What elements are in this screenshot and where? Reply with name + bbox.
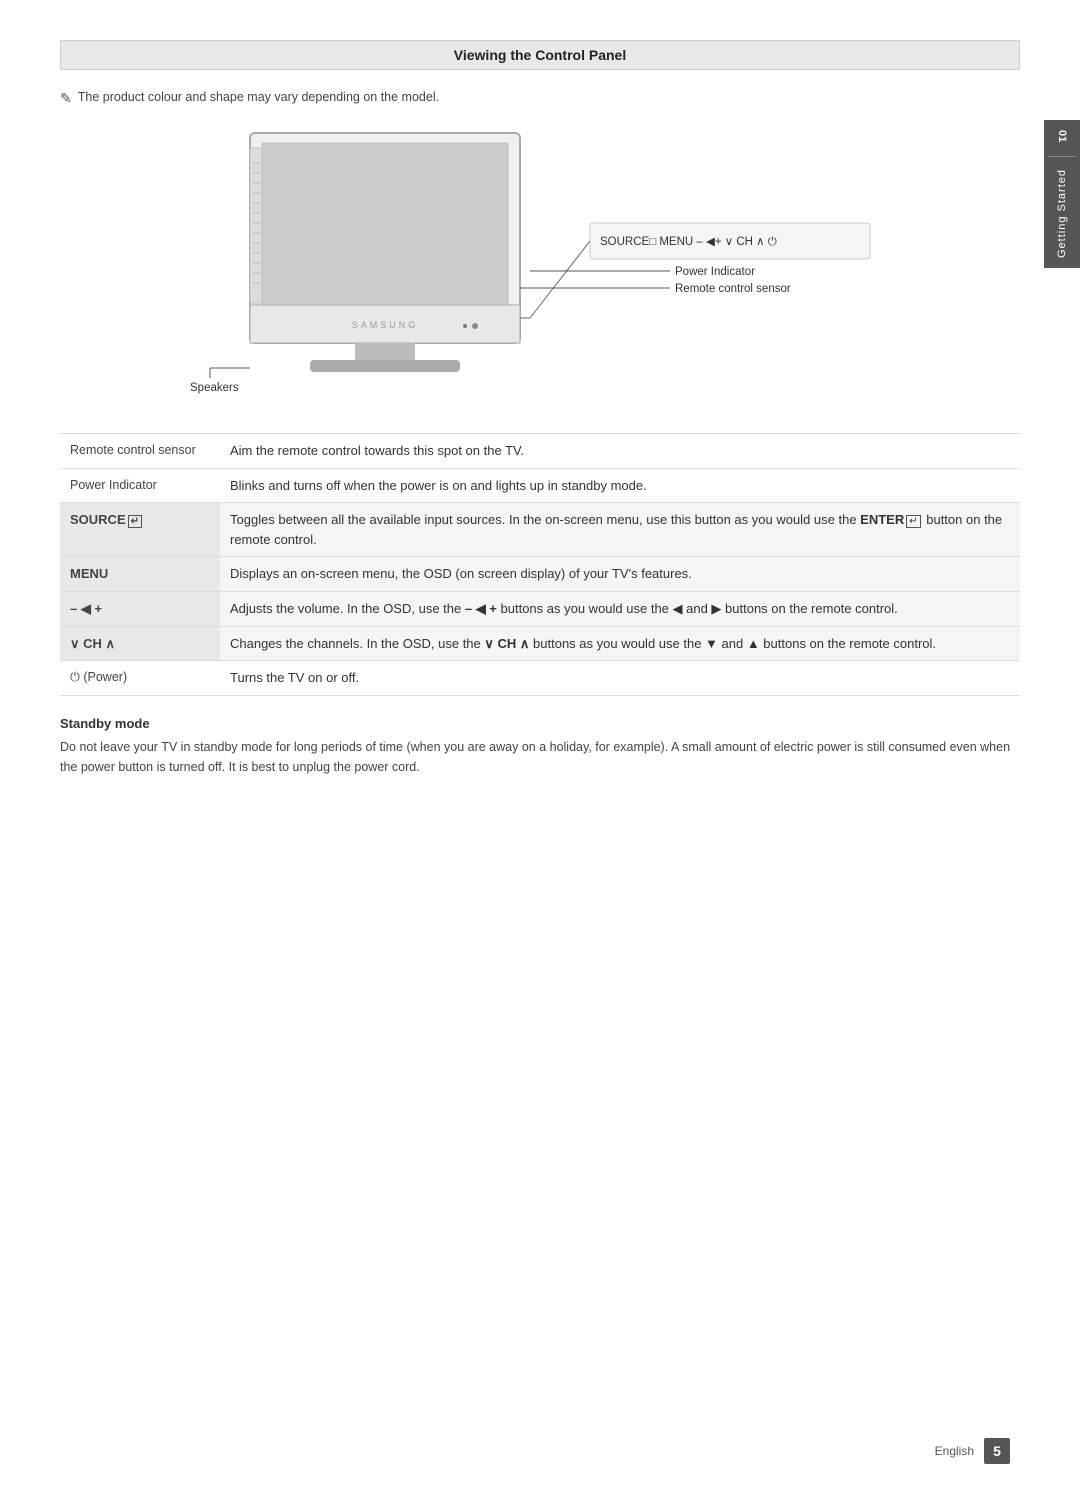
table-row-volume: – ◀ + Adjusts the volume. In the OSD, us… (60, 591, 1020, 626)
feature-label-power: ⏻ (Power) (60, 661, 220, 696)
source-enter-icon: ↵ (128, 515, 142, 528)
svg-text:Remote control sensor: Remote control sensor (675, 283, 791, 295)
svg-text:SOURCE□ MENU – ◀+ ∨ CH ∧ ⏻: SOURCE□ MENU – ◀+ ∨ CH ∧ ⏻ (600, 235, 778, 248)
table-row-power: ⏻ (Power) Turns the TV on or off. (60, 661, 1020, 696)
feature-desc: Blinks and turns off when the power is o… (220, 468, 1020, 503)
section-title: Viewing the Control Panel (60, 40, 1020, 70)
table-row-source: SOURCE↵ Toggles between all the availabl… (60, 503, 1020, 557)
feature-desc-power: Turns the TV on or off. (220, 661, 1020, 696)
chapter-title: Getting Started (1056, 169, 1068, 258)
feature-label-source: SOURCE↵ (60, 503, 220, 557)
feature-desc-volume: Adjusts the volume. In the OSD, use the … (220, 591, 1020, 626)
table-row-menu: MENU Displays an on-screen menu, the OSD… (60, 557, 1020, 592)
footer-lang: English (935, 1444, 974, 1458)
feature-label-channel: ∨ CH ∧ (60, 626, 220, 661)
feature-label: Remote control sensor (60, 434, 220, 469)
source-label: SOURCE (70, 512, 126, 527)
table-row-channel: ∨ CH ∧ Changes the channels. In the OSD,… (60, 626, 1020, 661)
tab-divider (1048, 156, 1077, 157)
page-number: 5 (984, 1438, 1010, 1464)
feature-label-volume: – ◀ + (60, 591, 220, 626)
tv-diagram: SAMSUNG S (190, 123, 890, 413)
svg-text:Speakers: Speakers (190, 382, 239, 394)
page-footer: English 5 (935, 1438, 1010, 1464)
standby-text: Do not leave your TV in standby mode for… (60, 737, 1020, 777)
note-text: ✎ The product colour and shape may vary … (60, 90, 1020, 107)
table-row: Remote control sensor Aim the remote con… (60, 434, 1020, 469)
svg-text:Power Indicator: Power Indicator (675, 266, 755, 278)
chapter-tab: 01 Getting Started (1044, 120, 1080, 268)
standby-title: Standby mode (60, 716, 1020, 731)
feature-desc-source: Toggles between all the available input … (220, 503, 1020, 557)
chapter-number: 01 (1056, 130, 1068, 142)
page-container: 01 Getting Started Viewing the Control P… (0, 0, 1080, 1494)
menu-label: MENU (70, 566, 108, 581)
note-content: The product colour and shape may vary de… (78, 90, 439, 104)
feature-label-menu: MENU (60, 557, 220, 592)
note-icon: ✎ (60, 90, 72, 107)
feature-desc: Aim the remote control towards this spot… (220, 434, 1020, 469)
feature-desc-menu: Displays an on-screen menu, the OSD (on … (220, 557, 1020, 592)
standby-section: Standby mode Do not leave your TV in sta… (60, 716, 1020, 777)
channel-label: ∨ CH ∧ (70, 636, 115, 651)
feature-desc-channel: Changes the channels. In the OSD, use th… (220, 626, 1020, 661)
volume-label: – ◀ + (70, 601, 102, 616)
table-row: Power Indicator Blinks and turns off whe… (60, 468, 1020, 503)
svg-text:SAMSUNG: SAMSUNG (352, 320, 419, 330)
feature-table: Remote control sensor Aim the remote con… (60, 433, 1020, 696)
feature-label: Power Indicator (60, 468, 220, 503)
